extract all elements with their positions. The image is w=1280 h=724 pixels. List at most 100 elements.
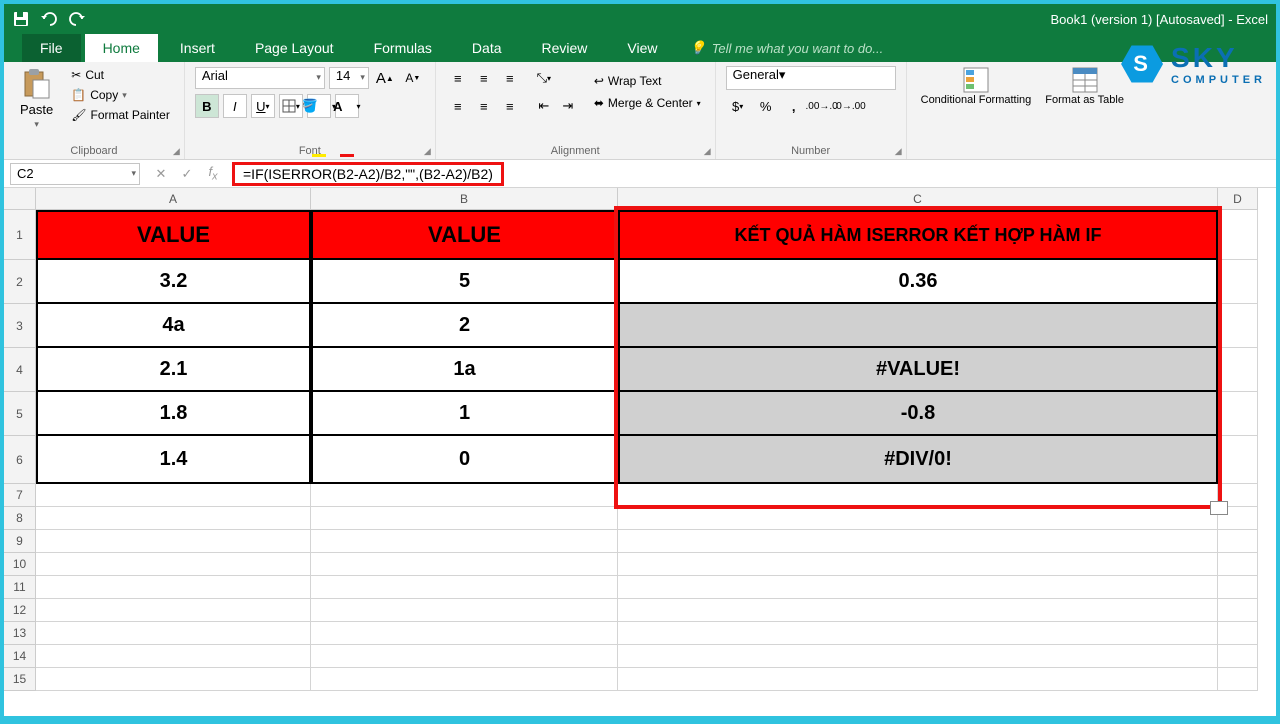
italic-button[interactable]: I (223, 94, 247, 118)
cell-empty[interactable] (618, 576, 1218, 599)
cell-B6[interactable]: 0 (311, 436, 618, 484)
cell-empty[interactable] (618, 668, 1218, 691)
cell-empty[interactable] (311, 622, 618, 645)
cell-empty[interactable] (618, 645, 1218, 668)
cell-empty[interactable] (311, 507, 618, 530)
sheet[interactable]: ABCD1VALUEVALUEKẾT QUẢ HÀM ISERROR KẾT H… (4, 188, 1276, 716)
font-size-select[interactable]: 14▾ (329, 67, 369, 89)
select-all[interactable] (4, 188, 36, 210)
tab-home[interactable]: Home (85, 34, 158, 62)
cell-empty[interactable] (618, 507, 1218, 530)
cell-A6[interactable]: 1.4 (36, 436, 311, 484)
cell-empty[interactable] (1218, 530, 1258, 553)
cell-empty[interactable] (311, 645, 618, 668)
cell-empty[interactable] (1218, 507, 1258, 530)
tell-me[interactable]: 💡 Tell me what you want to do... (680, 34, 894, 62)
fx-icon[interactable]: fx (200, 163, 226, 185)
font-color-button[interactable]: A▾ (335, 94, 359, 118)
cell-empty[interactable] (36, 507, 311, 530)
increase-indent-button[interactable]: ⇥ (556, 94, 580, 118)
cell-B4[interactable]: 1a (311, 348, 618, 392)
orientation-button[interactable]: ⤡▾ (532, 66, 556, 90)
cell-empty[interactable] (311, 484, 618, 507)
increase-decimal-button[interactable]: .00→.0 (810, 94, 834, 118)
redo-icon[interactable] (68, 10, 86, 28)
dialog-launcher-icon[interactable]: ◢ (895, 146, 902, 157)
tab-data[interactable]: Data (454, 34, 520, 62)
cell-empty[interactable] (36, 668, 311, 691)
cell-empty[interactable] (311, 576, 618, 599)
cell-B5[interactable]: 1 (311, 392, 618, 436)
row-header-9[interactable]: 9 (4, 530, 36, 553)
font-name-select[interactable]: Arial▾ (195, 67, 325, 89)
cell-empty[interactable] (311, 530, 618, 553)
cell-empty[interactable] (36, 484, 311, 507)
dialog-launcher-icon[interactable]: ◢ (704, 146, 711, 157)
cell-empty[interactable] (618, 622, 1218, 645)
cell-D6[interactable] (1218, 436, 1258, 484)
cell-D4[interactable] (1218, 348, 1258, 392)
cell-empty[interactable] (311, 668, 618, 691)
grow-font-button[interactable]: A▲ (373, 66, 397, 90)
cell-empty[interactable] (36, 553, 311, 576)
cell-empty[interactable] (311, 599, 618, 622)
header-cell-C[interactable]: KẾT QUẢ HÀM ISERROR KẾT HỢP HÀM IF (618, 210, 1218, 260)
save-icon[interactable] (12, 10, 30, 28)
col-header-B[interactable]: B (311, 188, 618, 210)
cell-empty[interactable] (36, 576, 311, 599)
align-top-button[interactable]: ≡ (446, 66, 470, 90)
cut-button[interactable]: ✂Cut (67, 66, 174, 84)
underline-button[interactable]: U▾ (251, 94, 275, 118)
percent-button[interactable]: % (754, 94, 778, 118)
cell-C3[interactable] (618, 304, 1218, 348)
format-painter-button[interactable]: 🖌Format Painter (67, 106, 174, 124)
name-box[interactable]: C2▾ (10, 163, 140, 185)
align-center-button[interactable]: ≡ (472, 94, 496, 118)
cell-C6[interactable]: #DIV/0! (618, 436, 1218, 484)
tab-page-layout[interactable]: Page Layout (237, 34, 352, 62)
borders-button[interactable]: ▾ (279, 94, 303, 118)
tab-insert[interactable]: Insert (162, 34, 233, 62)
enter-icon[interactable]: ✓ (174, 163, 200, 185)
cell-empty[interactable] (618, 599, 1218, 622)
formula-input[interactable]: =IF(ISERROR(B2-A2)/B2,"",(B2-A2)/B2) (226, 162, 1276, 186)
row-header-5[interactable]: 5 (4, 392, 36, 436)
cell-A2[interactable]: 3.2 (36, 260, 311, 304)
decrease-indent-button[interactable]: ⇤ (532, 94, 556, 118)
cell-empty[interactable] (618, 530, 1218, 553)
comma-button[interactable]: , (782, 94, 806, 118)
cell-empty[interactable] (1218, 668, 1258, 691)
cell-A5[interactable]: 1.8 (36, 392, 311, 436)
cancel-icon[interactable]: ✕ (148, 163, 174, 185)
row-header-1[interactable]: 1 (4, 210, 36, 260)
row-header-11[interactable]: 11 (4, 576, 36, 599)
cell-D5[interactable] (1218, 392, 1258, 436)
copy-button[interactable]: 📋Copy▾ (67, 86, 174, 104)
fill-color-button[interactable]: 🪣▾ (307, 94, 331, 118)
cell-C4[interactable]: #VALUE! (618, 348, 1218, 392)
row-header-8[interactable]: 8 (4, 507, 36, 530)
shrink-font-button[interactable]: A▼ (401, 66, 425, 90)
cell-C2[interactable]: 0.36 (618, 260, 1218, 304)
conditional-formatting-button[interactable]: Conditional Formatting (917, 66, 1036, 106)
currency-button[interactable]: $▾ (726, 94, 750, 118)
cell-A3[interactable]: 4a (36, 304, 311, 348)
cell-empty[interactable] (1218, 622, 1258, 645)
cell-empty[interactable] (1218, 599, 1258, 622)
cell-C5[interactable]: -0.8 (618, 392, 1218, 436)
align-bottom-button[interactable]: ≡ (498, 66, 522, 90)
cell-empty[interactable] (36, 530, 311, 553)
row-header-3[interactable]: 3 (4, 304, 36, 348)
paste-button[interactable]: Paste ▾ (14, 66, 59, 143)
row-header-15[interactable]: 15 (4, 668, 36, 691)
row-header-13[interactable]: 13 (4, 622, 36, 645)
cell-empty[interactable] (1218, 576, 1258, 599)
decrease-decimal-button[interactable]: .0→.00 (838, 94, 862, 118)
cell-B3[interactable]: 2 (311, 304, 618, 348)
dialog-launcher-icon[interactable]: ◢ (173, 146, 180, 157)
tab-file[interactable]: File (22, 34, 81, 62)
align-middle-button[interactable]: ≡ (472, 66, 496, 90)
tab-view[interactable]: View (609, 34, 675, 62)
col-header-C[interactable]: C (618, 188, 1218, 210)
wrap-text-button[interactable]: ↩Wrap Text (590, 72, 705, 90)
